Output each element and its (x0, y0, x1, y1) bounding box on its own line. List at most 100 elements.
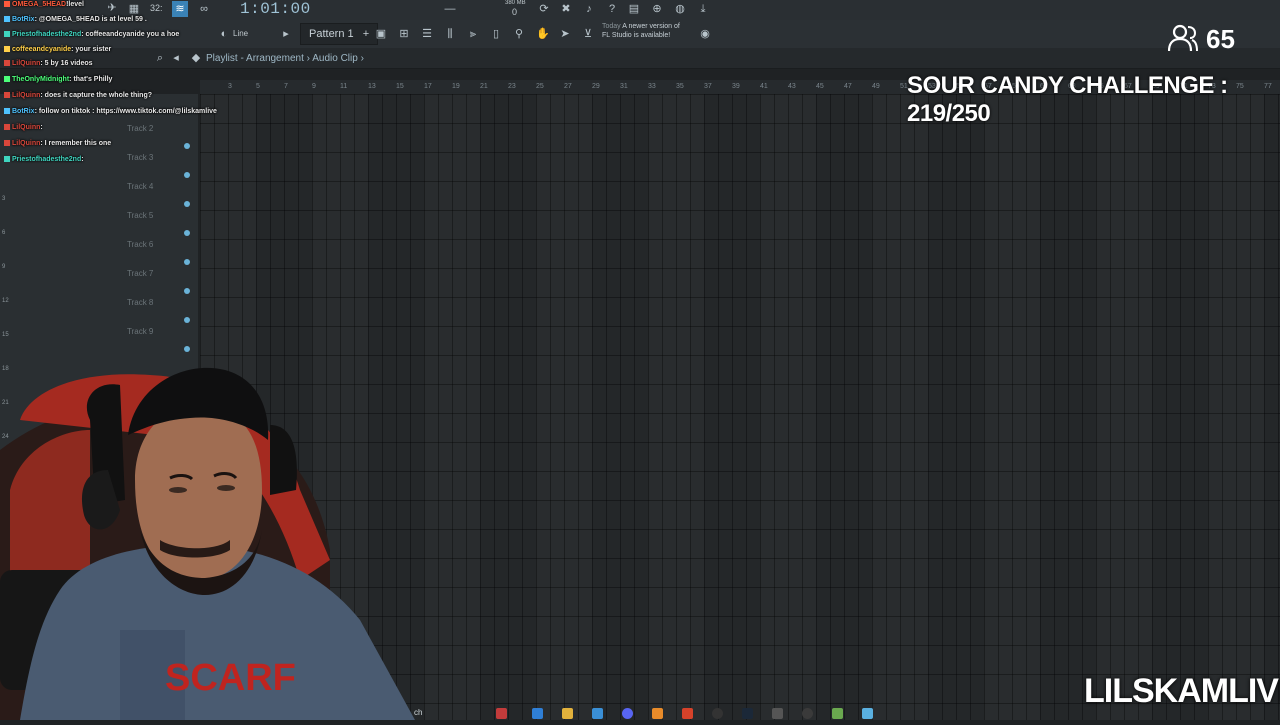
chat-username[interactable]: Priestofhadesthe2nd (12, 156, 81, 163)
minimize-line-icon[interactable]: — (430, 3, 470, 15)
pattern-select[interactable]: Pattern 1 + (300, 23, 379, 45)
chat-message: BotRix: @OMEGA_5HEAD is at level 59 . (4, 16, 147, 23)
gutter-number: 9 (2, 264, 6, 270)
chat-text: : 5 by 16 videos (40, 60, 93, 67)
challenge-banner: SOUR CANDY CHALLENGE : 219/250 (907, 72, 1228, 127)
video-icon[interactable]: ➤ (559, 28, 571, 40)
ruler-tick: 11 (340, 83, 348, 90)
track-mute-led[interactable] (184, 259, 190, 265)
chat-message: LilQuinn: I remember this one (4, 140, 111, 147)
chat-badge-icon (4, 31, 10, 38)
ruler-tick: 35 (676, 83, 684, 90)
breadcrumb-clip[interactable]: Audio Clip (312, 53, 358, 64)
microphone-icon[interactable]: ♪ (583, 3, 595, 15)
track-mute-led[interactable] (184, 172, 190, 178)
chat-text: : follow on tiktok : https://www.tiktok.… (34, 108, 217, 115)
online-icon[interactable]: ◉ (699, 28, 711, 40)
chat-message: OMEGA_5HEAD!level (4, 1, 84, 8)
pin-icon[interactable]: ⚲ (513, 28, 525, 40)
chat-username[interactable]: LilQuinn (12, 124, 40, 131)
chat-text: : I remember this one (40, 140, 112, 147)
ruler-tick: 47 (844, 83, 852, 90)
add-pattern-icon[interactable]: + (363, 28, 369, 40)
chat-username[interactable]: LilQuinn (12, 60, 40, 67)
gutter-number: 6 (2, 230, 6, 236)
help-icon[interactable]: ? (606, 3, 618, 15)
chat-text: : that's Philly (69, 76, 113, 83)
chat-username[interactable]: BotRix (12, 16, 35, 23)
breadcrumb-end-chevron: › (360, 53, 364, 64)
ruler-tick: 33 (648, 83, 656, 90)
prev-arrow-icon[interactable]: ▸ (280, 28, 292, 40)
track-label[interactable]: Track 8 (127, 298, 153, 307)
mail-icon[interactable] (496, 708, 507, 719)
ruler-tick: 9 (312, 83, 316, 90)
chat-username[interactable]: TheOnlyMidnight (12, 76, 69, 83)
chat-username[interactable]: coffeeandcyanide (12, 46, 71, 53)
chat-text: : (81, 156, 84, 163)
store-icon[interactable] (592, 708, 603, 719)
playlist-icon[interactable]: ▣ (375, 28, 387, 40)
chat-badge-icon (4, 1, 10, 8)
track-mute-led[interactable] (184, 288, 190, 294)
chat-text: : coffeeandcyanide you a hoe (81, 31, 180, 38)
ruler-tick: 27 (564, 83, 572, 90)
save-icon[interactable]: ▤ (628, 3, 640, 15)
add-icon[interactable]: ⊕ (651, 3, 663, 15)
track-label[interactable]: Track 4 (127, 182, 153, 191)
chat-bubble-icon[interactable]: ◍ (674, 3, 686, 15)
plugin-icon[interactable]: ⫸ (467, 28, 479, 40)
steam-icon[interactable] (742, 708, 753, 719)
viewer-count: 65 (1206, 24, 1235, 54)
chat-username[interactable]: OMEGA_5HEAD (12, 1, 66, 8)
brave-icon[interactable] (682, 708, 693, 719)
chat-username[interactable]: BotRix (12, 108, 35, 115)
chat-badge-icon (4, 76, 10, 83)
discord-icon[interactable] (622, 708, 633, 719)
refresh-icon[interactable]: ⟳ (538, 3, 550, 15)
chat-text: : does it capture the whole thing? (40, 92, 153, 99)
download-icon[interactable]: ⤓ (697, 3, 709, 15)
hand-icon[interactable]: ✋ (536, 28, 550, 40)
ruler-tick: 15 (396, 83, 404, 90)
close-x-icon[interactable]: ✖ (560, 3, 572, 15)
folder-icon[interactable] (562, 708, 573, 719)
obs-icon[interactable] (712, 708, 723, 719)
notepad-icon[interactable] (862, 708, 873, 719)
chat-username[interactable]: LilQuinn (12, 92, 40, 99)
track-label[interactable]: Track 6 (127, 240, 153, 249)
taskbar-search-text[interactable]: ch (414, 708, 422, 717)
fl-studio-icon[interactable] (652, 708, 663, 719)
track-mute-led[interactable] (184, 230, 190, 236)
chat-badge-icon (4, 60, 10, 67)
hoodie-print: SCARF (165, 657, 296, 699)
track-mute-led[interactable] (184, 201, 190, 207)
app-icon[interactable] (772, 708, 783, 719)
piano-roll-icon[interactable]: ⊞ (398, 28, 410, 40)
chat-badge-icon (4, 108, 10, 115)
edge-icon[interactable] (532, 708, 543, 719)
gutter-number: 3 (2, 196, 6, 202)
channel-rack-icon[interactable]: ☰ (421, 28, 433, 40)
ruler-tick: 43 (788, 83, 796, 90)
browser-icon[interactable]: ▯ (490, 28, 502, 40)
cart-icon[interactable]: ⊻ (582, 28, 594, 40)
minecraft-icon[interactable] (832, 708, 843, 719)
track-label[interactable]: Track 7 (127, 269, 153, 278)
ruler-tick: 39 (732, 83, 740, 90)
chat-message: TheOnlyMidnight: that's Philly (4, 76, 112, 83)
chat-text: : your sister (71, 46, 112, 53)
chat-message: LilQuinn: (4, 124, 43, 131)
ruler-tick: 25 (536, 83, 544, 90)
ruler-tick: 17 (424, 83, 432, 90)
chat-username[interactable]: Priestofhadesthe2nd (12, 31, 81, 38)
chat-username[interactable]: LilQuinn (12, 140, 40, 147)
pattern-label: Pattern 1 (309, 28, 354, 40)
stream-chat: OMEGA_5HEAD!level BotRix: @OMEGA_5HEAD is… (0, 0, 260, 170)
4k-icon[interactable] (802, 708, 813, 719)
track-mute-led[interactable] (184, 317, 190, 323)
update-notice[interactable]: Today A newer version of FL Studio is av… (602, 22, 680, 40)
mixer-icon[interactable]: ⫼ (444, 28, 456, 40)
ruler-tick: 7 (284, 83, 288, 90)
track-label[interactable]: Track 5 (127, 211, 153, 220)
